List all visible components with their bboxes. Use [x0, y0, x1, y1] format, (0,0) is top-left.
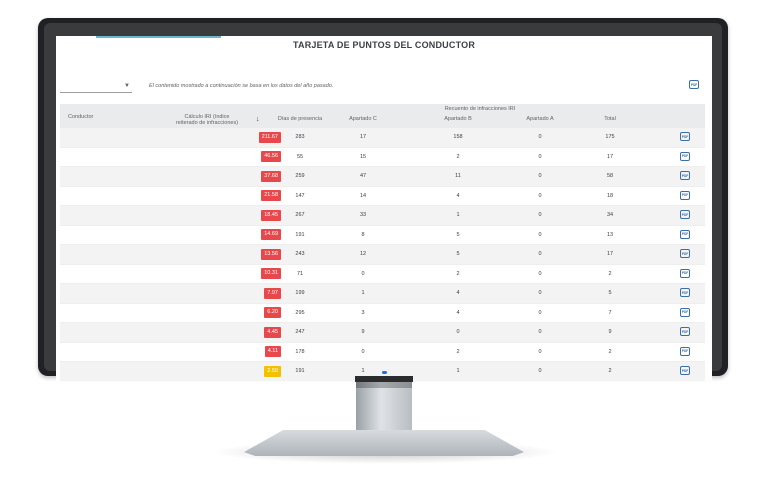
cell-apartado-b: 11	[455, 173, 461, 179]
cell-total: 34	[606, 212, 614, 218]
cell-apartado-c: 47	[359, 173, 367, 179]
cell-apartado-b: 5	[456, 251, 460, 257]
table-row[interactable]: 21.58 147 14 4 0 18	[60, 187, 705, 206]
cell-apartado-b: 2	[456, 348, 460, 355]
pdf-icon[interactable]	[680, 210, 690, 219]
data-period-note: El contenido mostrado a continuación se …	[149, 83, 334, 89]
pdf-icon[interactable]	[680, 268, 690, 278]
page-title: TARJETA DE PUNTOS DEL CONDUCTOR	[292, 40, 476, 50]
cell-apartado-a: 0	[538, 134, 542, 140]
cell-apartado-a: 0	[538, 309, 542, 316]
table-row[interactable]: 37.68 259 47 11 0 58	[60, 167, 705, 187]
pdf-icon[interactable]	[680, 151, 690, 161]
pdf-icon[interactable]	[680, 249, 690, 258]
screen: TARJETA DE PUNTOS DEL CONDUCTOR ▼ El con…	[56, 36, 712, 381]
column-apartado-c[interactable]: Apartado C	[323, 116, 403, 122]
pdf-icon[interactable]	[680, 190, 690, 200]
cell-apartado-b: 4	[456, 192, 460, 199]
cell-apartado-c: 15	[359, 153, 367, 160]
cell-apartado-c: 1	[361, 368, 365, 374]
cell-apartado-c: 33	[359, 212, 367, 218]
cell-apartado-b: 2	[456, 153, 460, 160]
stand-neck	[356, 382, 412, 430]
pdf-icon[interactable]	[680, 229, 690, 239]
cell-apartado-a: 0	[538, 329, 542, 335]
cell-total: 5	[608, 290, 612, 296]
cell-apartado-c: 0	[361, 270, 365, 277]
cell-total: 58	[606, 173, 614, 179]
export-pdf-icon[interactable]	[689, 80, 699, 89]
table-body: 211.6728317158017546.565515201737.682594…	[60, 128, 705, 381]
cell-apartado-b: 4	[456, 309, 460, 316]
period-dropdown[interactable]: ▼	[60, 82, 132, 93]
cell-apartado-b: 2	[456, 270, 460, 277]
pdf-icon[interactable]	[680, 171, 690, 180]
cell-apartado-b: 158	[453, 134, 463, 140]
cell-apartado-a: 0	[538, 173, 542, 179]
cell-apartado-c: 3	[361, 309, 365, 316]
table-row[interactable]: 46.56 55 15 2 0 17	[60, 148, 705, 167]
table-row[interactable]: 6.20 295 3 4 0 7	[60, 304, 705, 323]
cell-apartado-c: 12	[359, 251, 367, 257]
table-row[interactable]: 13.56 243 12 5 0 17	[60, 245, 705, 265]
cell-apartado-a: 0	[538, 368, 542, 374]
cell-apartado-b: 1	[456, 368, 460, 374]
pdf-icon[interactable]	[680, 346, 690, 356]
table-row[interactable]: 18.45 267 33 1 0 34	[60, 206, 705, 226]
cell-total: 2	[608, 270, 612, 277]
cell-total: 18	[606, 192, 614, 199]
cell-apartado-c: 1	[361, 290, 365, 296]
column-apartado-b[interactable]: Apartado B	[418, 116, 498, 122]
cell-total: 17	[606, 251, 614, 257]
cell-apartado-a: 0	[538, 153, 542, 160]
cell-apartado-a: 0	[538, 251, 542, 257]
cell-apartado-a: 0	[538, 348, 542, 355]
table-row[interactable]: 4.11 178 0 2 0 2	[60, 343, 705, 362]
cell-apartado-c: 9	[361, 329, 365, 335]
column-iri[interactable]: Cálculo IRI (índice reiterado de infracc…	[162, 114, 252, 126]
pdf-icon[interactable]	[680, 132, 690, 141]
cell-apartado-b: 1	[456, 212, 460, 218]
table-header: Recuento de infracciones IRI Conductor C…	[60, 104, 705, 128]
cell-total: 9	[608, 329, 612, 335]
cell-apartado-a: 0	[538, 270, 542, 277]
column-apartado-a[interactable]: Apartado A	[500, 116, 580, 122]
pdf-icon[interactable]	[680, 307, 690, 317]
cell-apartado-a: 0	[538, 290, 542, 296]
cell-total: 7	[608, 309, 612, 316]
stand-base	[244, 430, 524, 456]
table-row[interactable]: 211.67 283 17 158 0 175	[60, 128, 705, 148]
cell-apartado-a: 0	[538, 212, 542, 218]
cell-total: 17	[606, 153, 614, 160]
table-row[interactable]: 7.97 199 1 4 0 5	[60, 284, 705, 304]
cell-apartado-c: 14	[359, 192, 367, 199]
infractions-group-header: Recuento de infracciones IRI	[444, 106, 516, 112]
pdf-icon[interactable]	[680, 366, 690, 375]
column-total[interactable]: Total	[580, 116, 640, 122]
monitor-frame: TARJETA DE PUNTOS DEL CONDUCTOR ▼ El con…	[38, 18, 728, 381]
cell-apartado-c: 8	[361, 231, 365, 238]
cell-total: 175	[605, 134, 615, 140]
stand-neck-shadow	[356, 382, 412, 388]
cell-apartado-b: 0	[456, 329, 460, 335]
pdf-icon[interactable]	[680, 327, 690, 336]
cell-total: 2	[608, 368, 612, 374]
cell-apartado-b: 4	[456, 290, 460, 296]
pdf-icon[interactable]	[680, 288, 690, 297]
table-row[interactable]: 4.45 247 9 0 0 9	[60, 323, 705, 343]
table-row[interactable]: 10.31 71 0 2 0 2	[60, 265, 705, 284]
cell-apartado-a: 0	[538, 231, 542, 238]
cell-apartado-c: 0	[361, 348, 365, 355]
active-tab-indicator	[96, 36, 221, 38]
cell-total: 2	[608, 348, 612, 355]
column-conductor[interactable]: Conductor	[68, 114, 93, 120]
cell-apartado-b: 5	[456, 231, 460, 238]
chevron-down-icon: ▼	[124, 83, 130, 89]
cell-total: 13	[606, 231, 614, 238]
power-indicator	[382, 371, 387, 374]
cell-apartado-a: 0	[538, 192, 542, 199]
cell-apartado-c: 17	[359, 134, 367, 140]
table-row[interactable]: 14.69 191 8 5 0 13	[60, 226, 705, 245]
